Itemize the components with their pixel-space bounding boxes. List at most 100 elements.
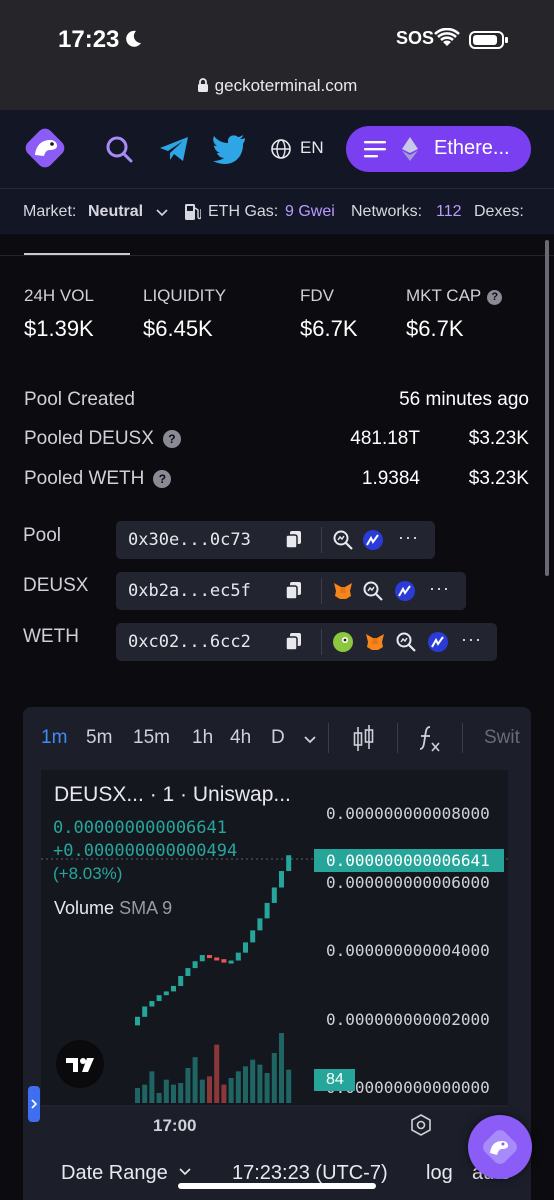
ios-status-bar: 17:23 SOS geckoterminal.com	[0, 0, 554, 110]
y-tick-label: 0.000000000006000	[326, 873, 490, 892]
date-range-button[interactable]: Date Range	[61, 1162, 191, 1185]
help-icon[interactable]: ?	[153, 470, 172, 488]
chart-analytics-icon[interactable]	[395, 581, 415, 601]
volume-bar	[192, 1057, 198, 1103]
divider	[321, 578, 322, 604]
interval-d[interactable]: D	[271, 727, 285, 749]
chevron-down-icon[interactable]	[303, 735, 317, 745]
stat-value-liquidity: $6.45K	[143, 316, 213, 341]
candle	[185, 968, 191, 976]
token-a-address[interactable]: 0xb2a...ec5f	[128, 581, 251, 601]
tradingview-icon	[66, 1058, 94, 1072]
floating-gecko-button[interactable]	[468, 1115, 532, 1179]
dexes-label: Dexes:	[474, 203, 524, 220]
sos-indicator: SOS	[396, 28, 435, 48]
more-options-icon[interactable]: ···	[461, 629, 482, 650]
token-b-address[interactable]: 0xc02...6cc2	[128, 632, 251, 652]
more-options-icon[interactable]: ···	[398, 527, 419, 548]
help-icon[interactable]: ?	[162, 430, 181, 448]
coingecko-icon[interactable]	[333, 632, 353, 652]
volume-bar	[271, 1053, 277, 1103]
y-tick-label: 0.000000000008000	[326, 804, 490, 823]
help-icon[interactable]: ?	[487, 290, 503, 305]
pooled-b-label: Pooled WETH?	[24, 468, 172, 490]
chart-settings-icon[interactable]	[410, 1114, 432, 1136]
y-tick-label: 0.000000000002000	[326, 1010, 490, 1029]
gecko-icon	[483, 1130, 517, 1164]
divider	[397, 723, 398, 753]
token-b-address-label: WETH	[23, 626, 79, 647]
stat-value-fdv: $6.7K	[300, 316, 358, 341]
url-text: geckoterminal.com	[214, 76, 358, 95]
address-bar[interactable]: geckoterminal.com	[0, 76, 554, 96]
y-tick-label: 0.000000000004000	[326, 941, 490, 960]
volume-bar	[149, 1071, 155, 1103]
candle	[243, 942, 248, 953]
volume-bar	[250, 1059, 256, 1103]
twitter-icon[interactable]	[212, 134, 246, 164]
candle	[135, 1016, 140, 1026]
pool-created-label: Pool Created	[24, 389, 135, 410]
volume-bar	[243, 1066, 248, 1103]
status-time: 17:23	[58, 26, 120, 53]
date-range-label: Date Range	[61, 1162, 168, 1184]
copy-icon[interactable]	[286, 582, 301, 599]
candle	[199, 955, 205, 962]
volume-bars	[135, 1033, 292, 1103]
networks-value[interactable]: 112	[436, 203, 462, 221]
geckoterminal-logo[interactable]	[22, 125, 68, 171]
metamask-icon[interactable]	[333, 581, 353, 601]
metamask-icon[interactable]	[365, 632, 385, 652]
chart-analytics-icon[interactable]	[363, 530, 383, 550]
candlestick-type-icon[interactable]	[353, 725, 375, 753]
candle	[178, 975, 184, 986]
candle	[149, 1001, 155, 1007]
globe-icon[interactable]	[270, 138, 292, 160]
stat-label-mkt-cap: MKT CAP?	[406, 286, 503, 306]
chevron-down-icon[interactable]	[156, 209, 168, 217]
divider	[0, 255, 554, 256]
explorer-search-icon[interactable]	[396, 632, 416, 652]
tradingview-logo[interactable]	[56, 1040, 104, 1088]
volume-bar	[142, 1084, 148, 1103]
explorer-search-icon[interactable]	[333, 530, 353, 550]
telegram-icon[interactable]	[158, 134, 190, 164]
explorer-search-icon[interactable]	[363, 581, 383, 601]
candle	[142, 1006, 148, 1017]
chart-analytics-icon[interactable]	[428, 632, 448, 652]
price-change-pct: (+8.03%)	[53, 864, 123, 883]
candle	[235, 952, 241, 961]
current-volume-tag: 84	[314, 1069, 355, 1091]
pool-address[interactable]: 0x30e...0c73	[128, 530, 251, 550]
copy-icon[interactable]	[286, 531, 301, 548]
page-scrollbar[interactable]	[545, 240, 549, 576]
volume-bar	[156, 1093, 162, 1103]
network-selector-button[interactable]: Ethere...	[346, 126, 531, 172]
interval-5m[interactable]: 5m	[86, 727, 112, 749]
market-value[interactable]: Neutral	[88, 203, 143, 221]
site-header: EN Ethere...	[0, 110, 554, 188]
last-price-value: 0.000000000006641	[53, 818, 227, 838]
sidebar-toggle[interactable]	[28, 1086, 40, 1122]
pooled-a-text: Pooled DEUSX	[24, 428, 154, 449]
more-options-icon[interactable]: ···	[429, 578, 450, 599]
token-a-address-label: DEUSX	[23, 575, 89, 596]
token-b-address-box: 0xc02...6cc2 ···	[116, 623, 497, 661]
candle	[271, 887, 277, 903]
language-selector[interactable]: EN	[300, 138, 324, 158]
volume-bar	[228, 1078, 234, 1103]
interval-15m[interactable]: 15m	[133, 727, 170, 749]
mkt-cap-text: MKT CAP	[406, 286, 482, 305]
volume-bar	[185, 1068, 191, 1103]
candle	[207, 955, 212, 959]
pool-address-label: Pool	[23, 525, 62, 546]
volume-bar	[178, 1083, 184, 1103]
interval-4h[interactable]: 4h	[230, 727, 251, 749]
search-icon[interactable]	[104, 134, 134, 164]
switch-button[interactable]: Swit	[484, 727, 520, 749]
copy-icon[interactable]	[286, 633, 301, 650]
interval-1m[interactable]: 1m	[41, 727, 67, 749]
log-scale-toggle[interactable]: log	[426, 1162, 453, 1185]
indicators-fx-icon[interactable]	[418, 725, 442, 753]
interval-1h[interactable]: 1h	[192, 727, 213, 749]
